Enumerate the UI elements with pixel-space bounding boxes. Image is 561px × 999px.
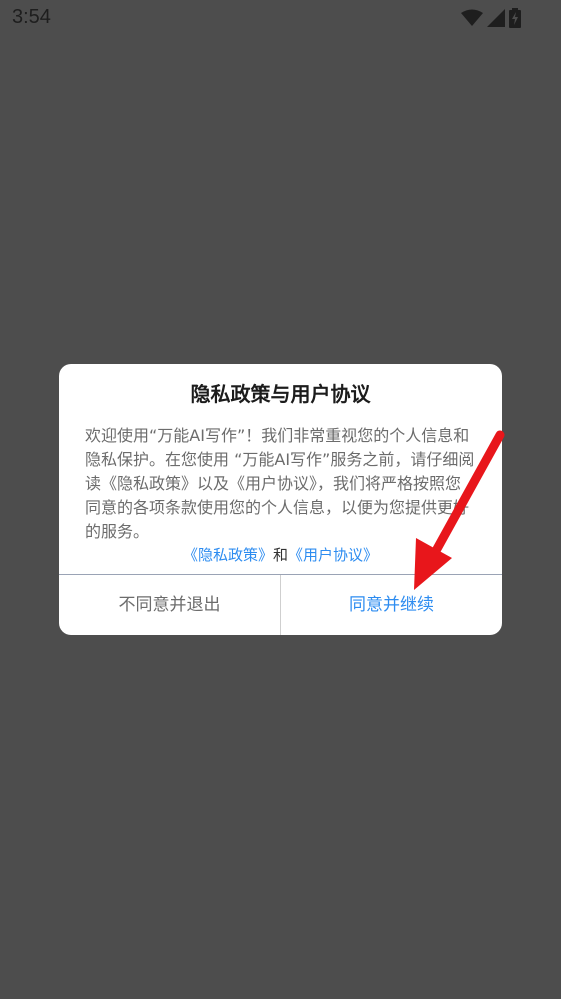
dialog-title: 隐私政策与用户协议 — [190, 382, 371, 406]
screen: 3:54 隐私政策与用户协议 欢迎使用“万能AI写作”！我们非常重视您的个人信息… — [0, 0, 561, 999]
status-time: 3:54 — [12, 6, 51, 28]
red-arrow-icon — [414, 430, 505, 590]
battery-charging-icon — [509, 8, 521, 28]
status-icons — [461, 8, 521, 28]
privacy-policy-link[interactable]: 《隐私政策》 — [183, 546, 273, 564]
user-agreement-link[interactable]: 《用户协议》 — [288, 546, 378, 564]
wifi-icon — [461, 9, 483, 27]
and-text: 和 — [272, 546, 288, 564]
signal-icon — [487, 9, 505, 27]
status-bar: 3:54 — [0, 0, 561, 40]
decline-exit-button[interactable]: 不同意并退出 — [59, 575, 280, 635]
